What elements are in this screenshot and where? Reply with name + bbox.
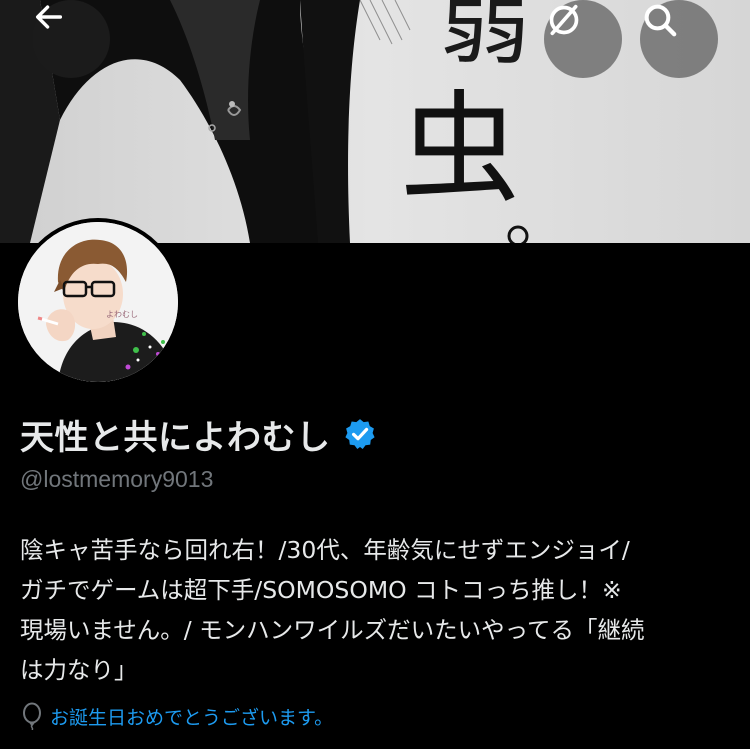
birthday-message: お誕生日おめでとうございます。 <box>50 706 334 729</box>
birthday-row: お誕生日おめでとうございます。 <box>20 700 333 732</box>
hide-media-button[interactable] <box>544 0 622 78</box>
svg-text:弱: 弱 <box>440 0 530 77</box>
banner-artwork: 弱 虫 <box>0 0 750 243</box>
svg-text:よわむし: よわむし <box>106 310 138 319</box>
avatar[interactable]: よわむし <box>14 218 182 386</box>
display-name: 天性と共によわむし <box>20 417 331 458</box>
back-button[interactable] <box>32 0 110 78</box>
profile-banner[interactable]: 弱 虫 <box>0 0 750 243</box>
search-icon <box>644 4 677 37</box>
search-button[interactable] <box>640 0 718 78</box>
display-name-row: 天性と共によわむし <box>20 408 377 460</box>
eye-slash-icon <box>549 4 579 36</box>
verified-badge-icon[interactable] <box>343 417 377 451</box>
svg-text:虫: 虫 <box>400 80 520 219</box>
user-handle: @lostmemory9013 <box>20 466 214 492</box>
avatar-image: よわむし <box>18 222 178 382</box>
balloon-icon <box>23 702 41 730</box>
arrow-left-icon <box>35 5 63 29</box>
profile-bio: 陰キャ苦手なら回れ右！/30代、年齢気にせずエンジョイ/ ガチでゲームは超下手/… <box>20 536 645 684</box>
